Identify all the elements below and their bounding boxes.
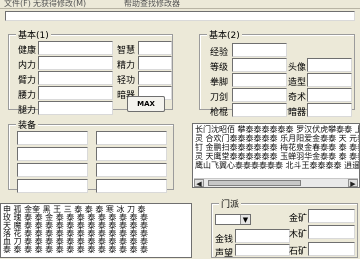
menu-file[interactable]: 文件(F) xyxy=(4,0,31,9)
list-item: 泰 泰 泰 泰 泰 泰 泰 泰 泰 泰 泰 泰 泰 泰 xyxy=(3,245,149,254)
equipment-slot-1[interactable] xyxy=(17,131,88,145)
label-model: 造型 xyxy=(288,78,307,88)
scroll-right-icon[interactable]: ▶ xyxy=(348,179,358,187)
equipment-slot-2[interactable] xyxy=(96,131,167,145)
label-level: 等级 xyxy=(210,63,229,73)
martial-arts-list[interactable]: 申 孤 金奎 黑 王 三 泰 泰 泰 寒 冰 刀 泰 玫 瑰 泰 泰 金 泰 泰… xyxy=(0,203,192,258)
sect-title: 门派 xyxy=(219,197,242,210)
max-button[interactable]: MAX xyxy=(127,96,165,112)
experience-field[interactable] xyxy=(232,43,287,57)
label-stone-ore: 石矿 xyxy=(289,247,308,257)
label-gold-ore: 金矿 xyxy=(289,214,308,224)
lightness-skill-field[interactable] xyxy=(138,71,172,85)
label-fist-kick: 拳脚 xyxy=(210,78,229,88)
label-spirit: 精力 xyxy=(117,61,136,71)
menu-help[interactable]: 帮助查找修改器 xyxy=(124,0,180,9)
list-item: 灵 合欢门泰泰泰泰泰泰 乐月阳爱金泰泰 天 元泰泰泰门泰泰 xyxy=(195,134,359,143)
stone-ore-field[interactable] xyxy=(308,242,355,256)
equipment-slot-7[interactable] xyxy=(17,179,88,193)
arm-strength-field[interactable] xyxy=(38,71,113,85)
leg-strength-field[interactable] xyxy=(38,101,113,115)
equipment-slot-8[interactable] xyxy=(96,179,167,193)
fist-kick-field[interactable] xyxy=(232,73,287,87)
wisdom-field[interactable] xyxy=(138,41,172,55)
list-item: 钉 金鹏扫泰泰泰泰泰泰 梅花泉金春泰泰 泰 泰泰 泰泰泰泰泰 xyxy=(195,143,359,152)
gold-field[interactable] xyxy=(235,229,290,243)
avatar-field[interactable] xyxy=(307,58,352,72)
level-field[interactable] xyxy=(232,58,287,72)
equipment-slot-4[interactable] xyxy=(96,147,167,161)
waist-strength-field[interactable] xyxy=(38,86,113,100)
reputation-field[interactable] xyxy=(235,244,290,256)
label-inner-power: 内力 xyxy=(18,61,37,71)
equipment-slot-5[interactable] xyxy=(17,163,88,177)
scroll-left-icon[interactable]: ◀ xyxy=(194,179,204,187)
inner-power-field[interactable] xyxy=(38,56,113,70)
label-magic-skill: 奇术 xyxy=(288,93,307,103)
blade-sword-field[interactable] xyxy=(232,88,287,102)
label-gold: 金钱 xyxy=(215,235,234,245)
model-field[interactable] xyxy=(307,73,352,87)
equipment-title: 装备 xyxy=(16,118,39,131)
label-leg-strength: 腿力 xyxy=(18,106,37,116)
spirit-field[interactable] xyxy=(138,56,172,70)
list-item: 鹰山飞翼心泰泰泰泰泰泰 北斗王泰泰泰泰 逍遥 泰泰 泰泰泰 xyxy=(195,161,360,170)
label-reputation: 声望 xyxy=(215,249,234,259)
menu-bar: 文件(F) 无获得修改(M) 帮助查找修改器 xyxy=(0,0,360,9)
label-experience: 经验 xyxy=(210,48,229,58)
chevron-down-icon[interactable]: ▼ xyxy=(240,215,250,224)
label-hidden-weapon-2: 暗器 xyxy=(288,108,307,118)
label-wood-ore: 木矿 xyxy=(289,230,308,240)
list-item: 灵 天鹰堂泰泰泰泰泰泰 玉蝉羽华金泰泰 泰 泰泰 泰泰泰泰泰 xyxy=(195,152,359,161)
magic-skill-field[interactable] xyxy=(307,88,352,102)
equipment-slot-6[interactable] xyxy=(96,163,167,177)
scroll-thumb[interactable] xyxy=(208,180,301,186)
spear-staff-field[interactable] xyxy=(232,103,287,117)
hidden-weapon-2-field[interactable] xyxy=(307,103,352,117)
list-item: 长门沈昭佰 攀泰泰泰泰泰泰 罗汉伏虎攀泰泰 上天引王凋泰泰 xyxy=(195,125,359,134)
menu-modify[interactable]: 无获得修改(M) xyxy=(33,0,86,9)
basic-1-title: 基本(1) xyxy=(16,28,51,41)
skill-list-scrollbar[interactable]: ◀ ▶ xyxy=(194,178,358,187)
label-blade-sword: 刀剑 xyxy=(210,93,229,103)
sect-dropdown[interactable]: ▼ xyxy=(215,214,251,225)
label-wisdom: 智慧 xyxy=(117,46,136,56)
health-field[interactable] xyxy=(38,41,113,55)
label-spear-staff: 枪棍 xyxy=(210,108,229,118)
label-avatar: 头像 xyxy=(288,63,307,73)
label-arm-strength: 臂力 xyxy=(18,76,37,86)
label-waist-strength: 腰力 xyxy=(18,91,37,101)
gold-ore-field[interactable] xyxy=(308,209,355,223)
wood-ore-field[interactable] xyxy=(308,225,355,239)
basic-2-title: 基本(2) xyxy=(207,28,242,41)
equipment-slot-3[interactable] xyxy=(17,147,88,161)
label-health: 健康 xyxy=(18,46,37,56)
top-search-input[interactable] xyxy=(5,11,355,21)
label-lightness-skill: 轻功 xyxy=(117,76,136,86)
skill-list[interactable]: 长门沈昭佰 攀泰泰泰泰泰泰 罗汉伏虎攀泰泰 上天引王凋泰泰 灵 合欢门泰泰泰泰泰… xyxy=(192,123,360,188)
